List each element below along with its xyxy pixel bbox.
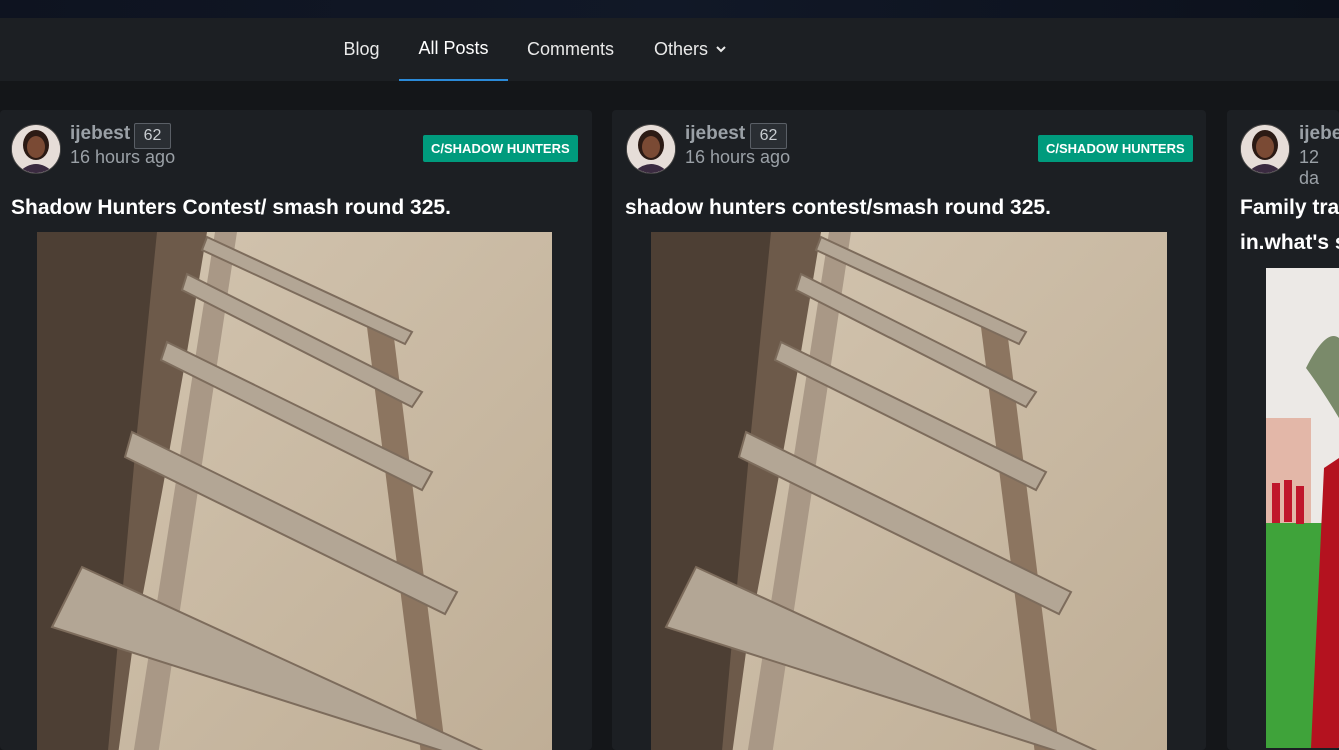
top-nav: Blog All Posts Comments Others — [0, 18, 1339, 81]
post-time: 12 da — [1299, 147, 1320, 188]
post-author[interactable]: ijebe — [1299, 123, 1339, 145]
post-title-line: Family tra — [1240, 196, 1339, 219]
community-badge[interactable]: C/SHADOW HUNTERS — [1038, 135, 1193, 162]
post-author[interactable]: ijebest — [685, 123, 745, 145]
nav-others[interactable]: Others — [640, 18, 740, 81]
post-title[interactable]: shadow hunters contest/smash round 325. — [625, 190, 1051, 225]
post-card[interactable]: ijebest 62 16 hours ago C/SHADOW HUNTERS… — [612, 110, 1206, 750]
post-time: 16 hours ago — [685, 147, 791, 167]
post-image-family-event[interactable] — [1266, 268, 1339, 748]
chevron-down-icon — [716, 46, 726, 53]
nav-others-label: Others — [653, 39, 709, 59]
avatar[interactable] — [626, 124, 676, 174]
reputation-badge: 62 — [750, 123, 787, 149]
nav-all-posts-label: All Posts — [418, 38, 489, 58]
post-title-line: in.what's s — [1240, 231, 1339, 254]
post-author[interactable]: ijebest — [70, 123, 130, 145]
reputation-badge: 62 — [134, 123, 171, 149]
post-title[interactable]: Shadow Hunters Contest/ smash round 325. — [11, 190, 451, 225]
avatar[interactable] — [11, 124, 61, 174]
top-banner-strip — [0, 0, 1339, 18]
nav-comments[interactable]: Comments — [517, 18, 624, 81]
nav-blog-label: Blog — [343, 39, 380, 59]
community-badge[interactable]: C/SHADOW HUNTERS — [423, 135, 578, 162]
nav-all-posts[interactable]: All Posts — [399, 18, 508, 81]
nav-blog[interactable]: Blog — [333, 18, 390, 81]
avatar[interactable] — [1240, 124, 1290, 174]
post-card[interactable]: ijebe 12 da Family tra in.what's s — [1227, 110, 1339, 750]
nav-comments-label: Comments — [526, 39, 615, 59]
post-image-ladder[interactable] — [37, 232, 552, 750]
post-image-ladder[interactable] — [651, 232, 1167, 750]
post-time: 16 hours ago — [70, 147, 176, 167]
post-title[interactable]: Family tra in.what's s — [1240, 190, 1339, 260]
post-card[interactable]: ijebest 62 16 hours ago C/SHADOW HUNTERS… — [0, 110, 592, 750]
